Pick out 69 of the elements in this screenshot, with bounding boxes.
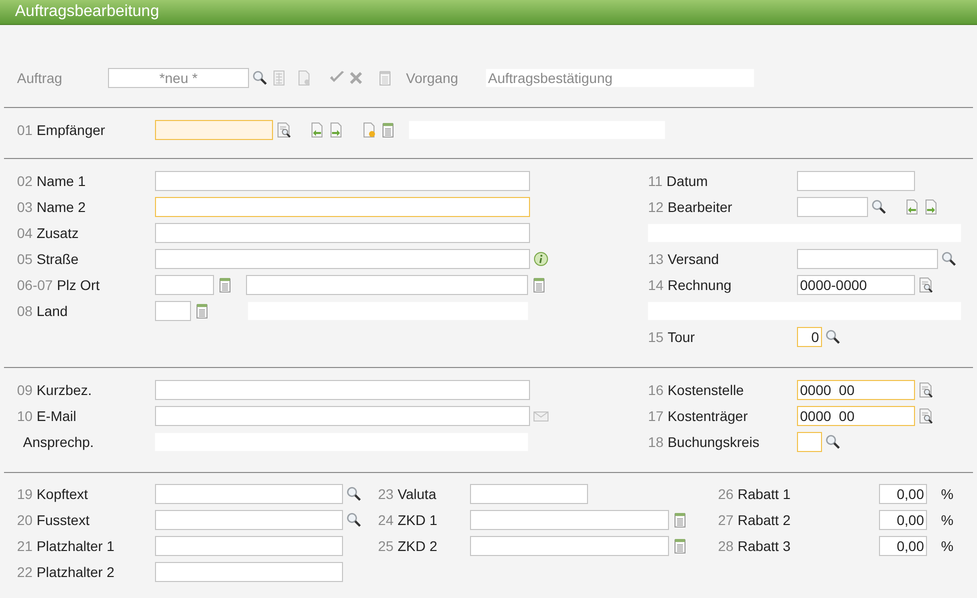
field-label: Auftrag xyxy=(17,68,64,88)
field-label: Kostenstelle xyxy=(668,380,744,400)
input-field[interactable]: 0000 00 xyxy=(797,406,915,426)
field-number: 25 xyxy=(378,536,394,556)
field-number: 20 xyxy=(17,510,33,530)
field-label: Platzhalter 1 xyxy=(36,536,114,556)
field-label: ZKD 2 xyxy=(398,536,438,556)
window-title: Auftragsbearbeitung xyxy=(15,2,160,22)
field-label: Straße xyxy=(36,250,79,268)
unit-label: % xyxy=(941,510,954,530)
display-field: Auftragsbestätigung xyxy=(486,69,754,87)
input-field[interactable]: 0 xyxy=(797,327,822,347)
field-label: Land xyxy=(36,302,68,320)
field-label: Valuta xyxy=(398,484,436,504)
field-label: Plz Ort xyxy=(56,276,100,294)
field-number: 13 xyxy=(648,250,664,268)
field-label: ZKD 1 xyxy=(398,510,438,530)
field-label: Fusstext xyxy=(36,510,90,530)
field-label: Ansprechp. xyxy=(23,432,94,452)
field-label: Rabatt 2 xyxy=(738,510,791,530)
field-number: 11 xyxy=(648,172,663,190)
field-number: 27 xyxy=(718,510,734,530)
input-field[interactable]: 0,00 xyxy=(879,536,927,556)
field-number: 06-07 xyxy=(17,276,53,294)
field-label: Buchungskreis xyxy=(668,432,760,452)
field-label: Rechnung xyxy=(668,276,732,295)
field-label: Datum xyxy=(666,172,708,190)
field-label: Zusatz xyxy=(36,224,79,242)
field-number: 14 xyxy=(648,276,664,294)
field-number: 10 xyxy=(17,406,33,426)
field-label: Empfänger xyxy=(36,120,106,140)
field-label: Tour xyxy=(668,328,695,346)
field-label: Platzhalter 2 xyxy=(36,562,114,582)
field-label: Rabatt 3 xyxy=(738,536,791,556)
field-number: 05 xyxy=(17,250,33,268)
field-label: Rabatt 1 xyxy=(738,484,791,504)
field-label: Versand xyxy=(668,250,719,268)
unit-label: % xyxy=(941,484,954,504)
input-field[interactable]: 0000-0000 xyxy=(797,275,915,295)
field-number: 15 xyxy=(648,328,664,346)
field-number: 17 xyxy=(648,406,664,426)
field-label: Kurzbez. xyxy=(36,380,92,400)
field-label: Kopftext xyxy=(36,484,88,504)
field-number: 08 xyxy=(17,302,33,320)
field-number: 02 xyxy=(17,172,33,190)
field-number: 01 xyxy=(17,120,33,140)
field-number: 19 xyxy=(17,484,33,504)
input-field[interactable]: 0,00 xyxy=(879,510,927,530)
field-number: 23 xyxy=(378,484,394,504)
field-number: 03 xyxy=(17,198,33,216)
field-label: E-Mail xyxy=(36,406,76,426)
field-number: 18 xyxy=(648,432,664,452)
field-label: Bearbeiter xyxy=(668,198,732,216)
field-label: Name 2 xyxy=(36,198,86,216)
field-number: 12 xyxy=(648,198,664,216)
field-number: 21 xyxy=(17,536,33,556)
field-label: Vorgang xyxy=(406,68,460,88)
input-field[interactable]: 0000 00 xyxy=(797,380,915,400)
field-number: 22 xyxy=(17,562,33,582)
field-number: 26 xyxy=(718,484,734,504)
field-number: 09 xyxy=(17,380,33,400)
field-number: 28 xyxy=(718,536,734,556)
field-number: 16 xyxy=(648,380,664,400)
field-label: Kostenträger xyxy=(668,406,748,426)
field-number: 04 xyxy=(17,224,33,242)
field-label: Name 1 xyxy=(36,172,86,190)
input-field[interactable]: 0,00 xyxy=(879,484,927,504)
field-number: 24 xyxy=(378,510,394,530)
unit-label: % xyxy=(941,536,954,556)
